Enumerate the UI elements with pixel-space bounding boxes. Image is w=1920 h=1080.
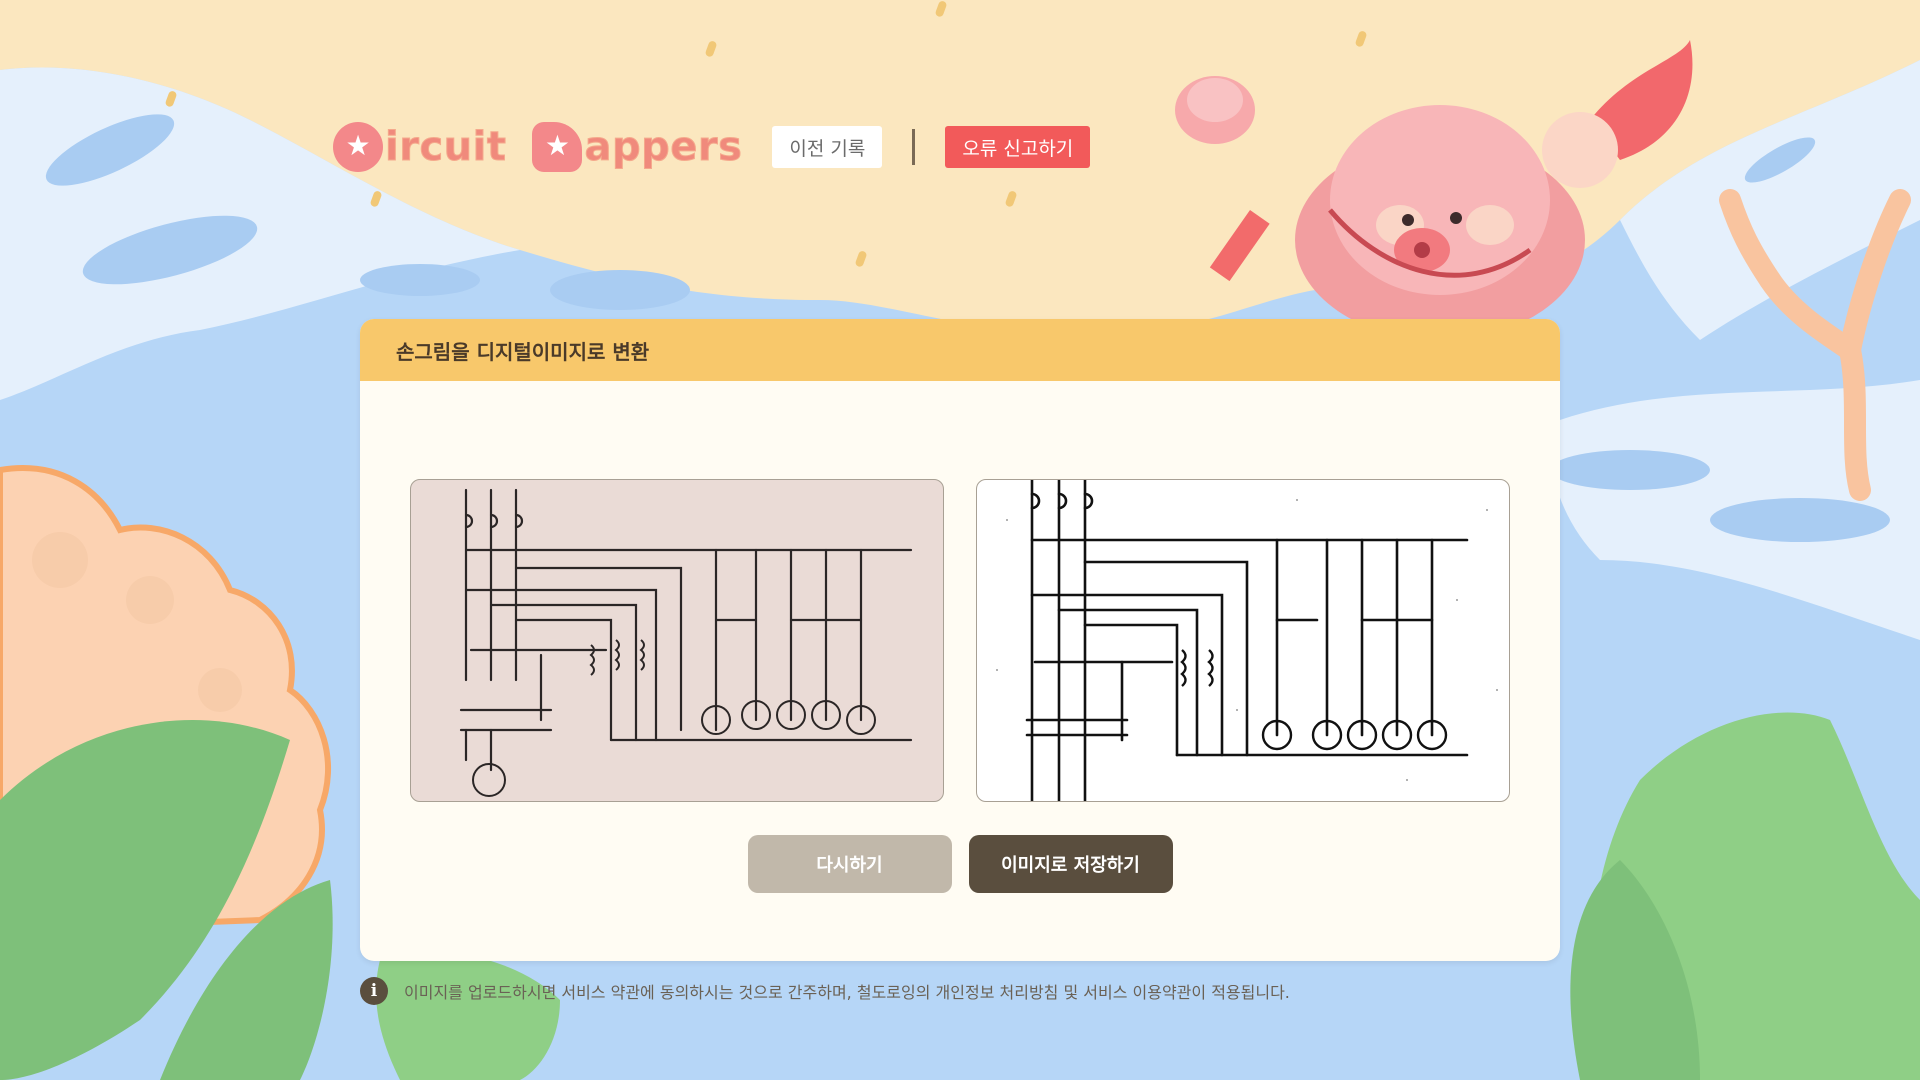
logo-text-circuit: ircuit xyxy=(384,124,507,170)
history-button[interactable]: 이전 기록 xyxy=(772,126,883,168)
logo-star-badge-icon: ★ xyxy=(333,122,383,172)
original-image-panel xyxy=(410,479,944,802)
terms-notice-text: 이미지를 업로드하시면 서비스 약관에 동의하시는 것으로 간주하며, 철도로잉… xyxy=(404,983,1290,1002)
logo-word-circuit: ★ ircuit xyxy=(333,122,506,172)
action-buttons: 다시하기 이미지로 저장하기 xyxy=(360,835,1560,893)
app-logo[interactable]: ★ ircuit ★ appers xyxy=(333,114,768,180)
info-icon: i xyxy=(360,977,388,1005)
page-root: ★ ircuit ★ appers 이전 기록 오류 신고하기 손그림을 디지털… xyxy=(0,0,1920,1080)
card-title: 손그림을 디지털이미지로 변환 xyxy=(360,319,1560,381)
save-as-image-button[interactable]: 이미지로 저장하기 xyxy=(968,835,1173,893)
logo-word-mappers: ★ appers xyxy=(532,122,742,172)
header-divider xyxy=(912,129,916,165)
logo-text-mappers: appers xyxy=(584,124,743,170)
hand-drawn-circuit-image xyxy=(459,488,913,797)
terms-notice: i 이미지를 업로드하시면 서비스 약관에 동의하시는 것으로 간주하며, 철도… xyxy=(360,977,1290,1005)
converted-image-panel xyxy=(976,479,1510,802)
conversion-card: 손그림을 디지털이미지로 변환 다시하기 이미지로 저장하기 xyxy=(360,319,1560,961)
digitized-circuit-image xyxy=(996,480,1498,801)
report-error-button[interactable]: 오류 신고하기 xyxy=(945,126,1091,168)
logo-map-badge-icon: ★ xyxy=(532,122,583,172)
top-header: ★ ircuit ★ appers 이전 기록 오류 신고하기 xyxy=(333,114,1091,180)
retry-button[interactable]: 다시하기 xyxy=(747,835,952,893)
